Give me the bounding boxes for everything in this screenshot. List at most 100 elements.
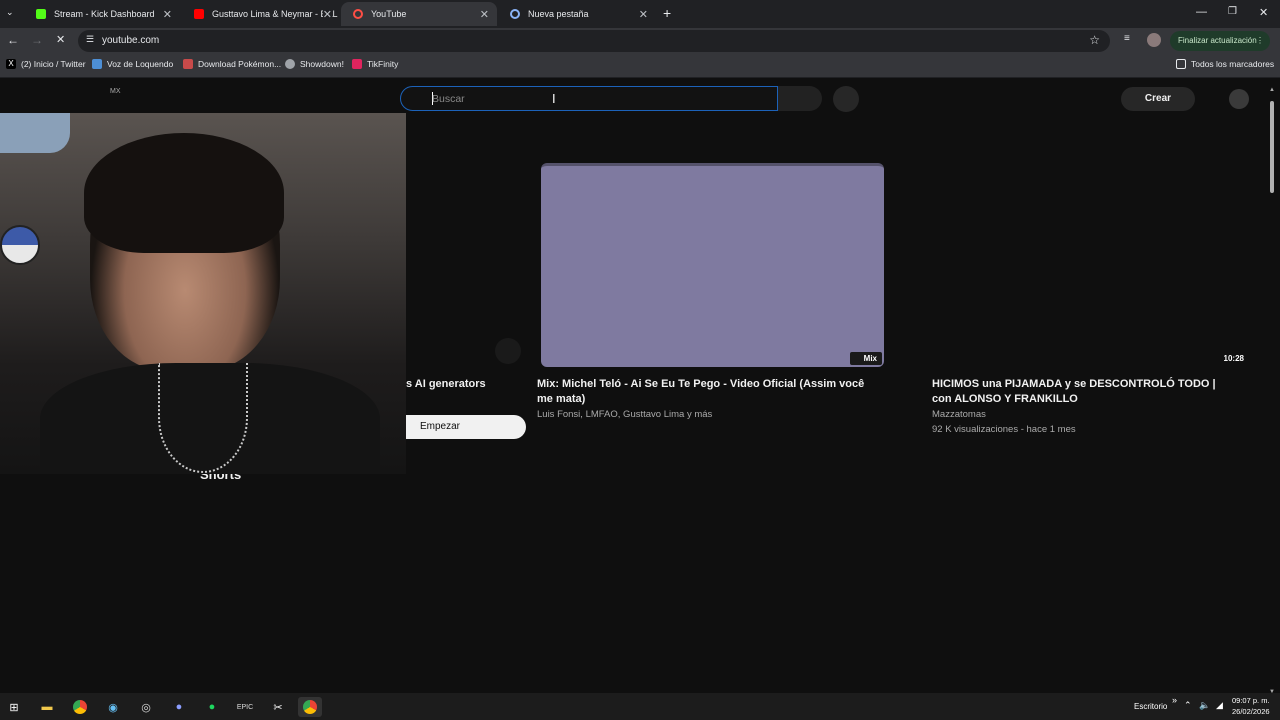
windows-start-icon[interactable]: ⊞ <box>4 697 24 717</box>
video-thumbnail[interactable]: 10:28 <box>928 163 1250 367</box>
video-card[interactable]: Mix Mix: Michel Teló - Ai Se Eu Te Pego … <box>537 163 887 420</box>
clock-date[interactable]: 26/02/2026 <box>1232 707 1270 716</box>
profile-avatar[interactable] <box>1147 33 1161 47</box>
text-cursor-icon: I <box>552 91 556 106</box>
address-bar[interactable]: ☰ youtube.com ☆ <box>78 30 1110 52</box>
bookmark-label: Showdown! <box>300 59 344 69</box>
spotify-icon[interactable]: ● <box>202 697 222 717</box>
showdown-icon <box>285 59 295 69</box>
media-control-icon[interactable]: ≡ <box>1124 33 1130 44</box>
bookmark-label: TikFinity <box>367 59 399 69</box>
tab-strip: ⌄ Stream - Kick Dashboard ✕ Gusttavo Lim… <box>0 0 1280 28</box>
youtube-loading-icon <box>353 9 363 19</box>
close-icon[interactable]: ✕ <box>639 8 648 21</box>
bookmark-label: (2) Inicio / Twitter <box>21 59 86 69</box>
site-info-icon[interactable]: ☰ <box>86 34 94 45</box>
mix-badge: Mix <box>849 352 882 365</box>
steam-icon[interactable]: ◉ <box>103 697 123 717</box>
minimize-button[interactable]: — <box>1196 6 1207 18</box>
chain-necklace <box>158 363 248 473</box>
bookmark-showdown[interactable]: Showdown! <box>285 59 344 69</box>
close-window-button[interactable]: ✕ <box>1259 6 1268 19</box>
bookmark-label: Voz de Loquendo <box>107 59 174 69</box>
bookmark-label: Download Pokémon... <box>198 59 282 69</box>
more-vert-icon: ⋮ <box>1256 36 1264 45</box>
scrollbar[interactable]: ▲ ▼ <box>1268 87 1276 695</box>
tikfinity-icon <box>352 59 362 69</box>
chrome-icon[interactable] <box>70 697 90 717</box>
bookmark-star-icon[interactable]: ☆ <box>1089 33 1100 47</box>
dismiss-circle[interactable] <box>495 338 521 364</box>
scroll-up-icon[interactable]: ▲ <box>1269 87 1275 93</box>
video-channel[interactable]: Luis Fonsi, LMFAO, Gusttavo Lima y más <box>537 409 887 420</box>
video-title-partial[interactable]: s AI generators <box>406 377 486 392</box>
search-input[interactable]: Buscar <box>432 93 465 105</box>
discord-icon[interactable]: ● <box>169 697 189 717</box>
close-icon[interactable]: ✕ <box>163 8 172 21</box>
all-bookmarks-label: Todos los marcadores <box>1191 59 1275 69</box>
duration-badge: 10:28 <box>1223 354 1244 363</box>
video-card[interactable]: 10:28 HICIMOS una PIJAMADA y se DESCONTR… <box>928 163 1250 435</box>
tab-kick[interactable]: Stream - Kick Dashboard ✕ <box>24 2 180 26</box>
tray-up-icon[interactable]: ⌃ <box>1184 700 1192 711</box>
bookmark-tikfinity[interactable]: TikFinity <box>352 59 398 69</box>
pokeball-icon <box>0 225 40 265</box>
folder-icon <box>1176 59 1186 69</box>
obs-icon[interactable]: ◎ <box>136 697 156 717</box>
video-title[interactable]: HICIMOS una PIJAMADA y se DESCONTROLÓ TO… <box>932 377 1232 407</box>
create-button[interactable]: Crear <box>1121 87 1195 111</box>
tab-youtube[interactable]: YouTube ✕ <box>341 2 497 26</box>
epic-games-icon[interactable]: EPIC <box>235 697 255 717</box>
clock-time[interactable]: 09:07 p. m. <box>1232 696 1270 705</box>
all-bookmarks[interactable]: Todos los marcadores <box>1176 59 1274 69</box>
bookmark-loquendo[interactable]: Voz de Loquendo <box>92 59 173 69</box>
kick-icon <box>36 9 46 19</box>
bookmark-twitter[interactable]: X (2) Inicio / Twitter <box>6 59 86 69</box>
browser-toolbar: ← → ✕ ☰ youtube.com ☆ ≡ Finalizar actual… <box>0 28 1280 54</box>
video-thumbnail[interactable]: Mix <box>541 163 884 367</box>
chrome-active-icon[interactable] <box>298 697 322 717</box>
file-explorer-icon[interactable]: ▬ <box>37 697 57 717</box>
webcam-overlay <box>0 113 406 474</box>
video-meta: 92 K visualizaciones - hace 1 mes <box>932 424 1076 435</box>
video-title[interactable]: Mix: Michel Teló - Ai Se Eu Te Pego - Vi… <box>537 377 867 407</box>
scroll-thumb[interactable] <box>1270 101 1274 193</box>
tab-new[interactable]: Nueva pestaña ✕ <box>498 2 656 26</box>
start-label: Empezar <box>420 421 461 432</box>
tab-title: Gusttavo Lima & Neymar - BAL <box>212 9 338 19</box>
desktop-label[interactable]: Escritorio <box>1134 702 1167 711</box>
overflow-chevron-icon[interactable]: » <box>1172 695 1177 705</box>
chrome-icon <box>510 9 520 19</box>
new-tab-button[interactable]: + <box>663 5 671 21</box>
voice-search-button[interactable] <box>833 86 859 112</box>
shelf-figure <box>0 113 70 153</box>
forward-arrow-icon[interactable]: → <box>31 33 43 47</box>
volume-icon[interactable]: 🔈 <box>1199 700 1210 711</box>
network-icon[interactable]: ◢ <box>1216 700 1223 711</box>
region-code: MX <box>110 88 121 95</box>
back-arrow-icon[interactable]: ← <box>7 33 19 47</box>
close-icon[interactable]: ✕ <box>480 8 489 21</box>
loquendo-icon <box>92 59 102 69</box>
pokemon-icon <box>183 59 193 69</box>
person-hair <box>84 133 284 253</box>
start-button[interactable]: Empezar <box>406 415 526 439</box>
bookmark-pokemon[interactable]: Download Pokémon... <box>183 59 281 69</box>
bookmarks-bar: X (2) Inicio / Twitter Voz de Loquendo D… <box>0 54 1280 78</box>
tab-title: YouTube <box>371 9 407 19</box>
video-channel[interactable]: Mazzatomas <box>932 409 1250 420</box>
search-button[interactable] <box>778 86 822 111</box>
tab-title: Nueva pestaña <box>528 9 589 19</box>
search-box[interactable]: Buscar I <box>400 86 778 111</box>
restore-button[interactable]: ❐ <box>1228 6 1237 17</box>
stop-loading-icon[interactable]: ✕ <box>56 33 65 46</box>
tab-youtube-video[interactable]: Gusttavo Lima & Neymar - BAL ✕ <box>182 2 340 26</box>
x-icon: X <box>6 59 16 69</box>
windows-taskbar: ⊞ ▬ ◉ ◎ ● ● EPIC ✂ Escritorio » ⌃ 🔈 ◢ 09… <box>0 693 1280 720</box>
account-avatar[interactable] <box>1229 89 1249 109</box>
close-icon[interactable]: ✕ <box>322 8 332 21</box>
tab-search-icon[interactable]: ⌄ <box>6 7 14 18</box>
update-button[interactable]: Finalizar actualización ⋮ <box>1170 31 1270 51</box>
url-text: youtube.com <box>102 35 160 46</box>
capcut-icon[interactable]: ✂ <box>268 697 288 717</box>
